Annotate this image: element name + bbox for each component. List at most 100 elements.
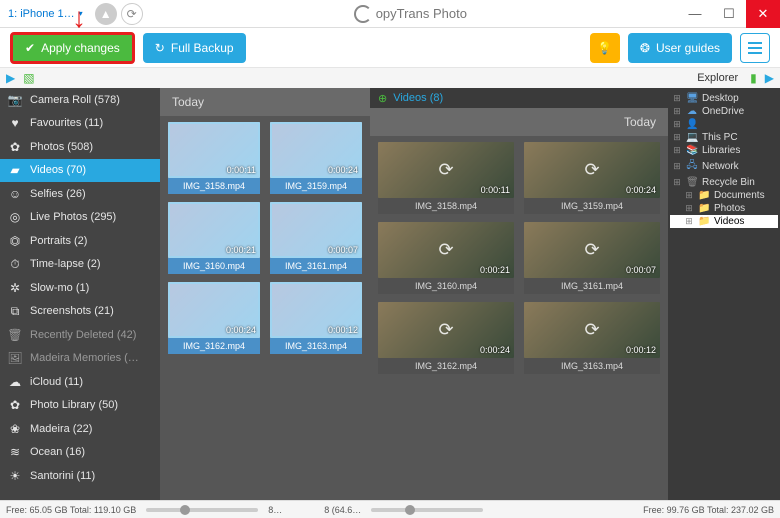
sidebar-item[interactable]: ✲Slow-mo (1) [0, 276, 160, 300]
video-thumb[interactable]: ⟳0:00:12 [524, 302, 660, 358]
sidebar-item[interactable]: ▰Videos (70) [0, 159, 160, 183]
video-thumb[interactable]: 0:00:07 [270, 202, 362, 258]
video-thumb[interactable]: ⟳0:00:07 [524, 222, 660, 278]
explorer-item[interactable]: ⊞📚Libraries [670, 144, 778, 157]
zoom-slider-right[interactable] [367, 508, 487, 512]
maximize-button[interactable]: ☐ [712, 0, 746, 28]
tree-toggle-icon[interactable]: ⊞ [672, 119, 682, 130]
video-thumb[interactable]: 0:00:24 [270, 122, 362, 178]
sidebar-item[interactable]: ☁iCloud (11) [0, 370, 160, 394]
sidebar-item-label: Recently Deleted (42) [30, 329, 136, 341]
video-card[interactable]: 0:00:24IMG_3159.mp4 [270, 122, 362, 194]
video-card[interactable]: ⟳0:00:12IMG_3163.mp4 [524, 302, 660, 374]
apply-changes-button[interactable]: ✔ Apply changes [10, 32, 135, 64]
video-card[interactable]: ⟳0:00:24IMG_3159.mp4 [524, 142, 660, 214]
sidebar-item-icon: ❀ [8, 422, 22, 436]
video-filename: IMG_3158.mp4 [168, 178, 260, 194]
folder-icon: 🗑 [686, 177, 698, 188]
menu-button[interactable] [740, 33, 770, 63]
explorer-item-label: Videos [714, 216, 744, 227]
explorer-item[interactable]: ⊞🗑Recycle Bin [670, 176, 778, 189]
video-card[interactable]: 0:00:12IMG_3163.mp4 [270, 282, 362, 354]
eject-icon[interactable]: ▲ [95, 3, 117, 25]
sidebar-item-icon: 📷 [8, 93, 22, 107]
video-thumb[interactable]: ⟳0:00:24 [524, 142, 660, 198]
sidebar-item-icon: ♥ [8, 116, 22, 130]
explorer-item[interactable]: ⊞📁Videos [670, 215, 778, 228]
explorer-item[interactable]: ⊞👤 [670, 118, 778, 131]
tips-button[interactable]: 💡 [590, 33, 620, 63]
chevron-down-icon: ▾ [79, 9, 83, 18]
explorer-item[interactable]: ⊞ 📁 Documents [670, 189, 778, 202]
video-card[interactable]: ⟳0:00:21IMG_3160.mp4 [378, 222, 514, 294]
tree-toggle-icon[interactable]: ⊞ [672, 106, 682, 117]
folder-icon: 📁 [698, 190, 710, 201]
sidebar-item[interactable]: ⏱Time-lapse (2) [0, 253, 160, 277]
sync-icon: ⟳ [584, 240, 599, 261]
sidebar-item[interactable]: ❀Madeira (22) [0, 417, 160, 441]
status-mid2: 8 (64.6… [318, 505, 367, 515]
video-thumb[interactable]: 0:00:21 [168, 202, 260, 258]
photos-icon[interactable]: ▧ [23, 71, 34, 85]
sidebar-item-label: Videos (70) [30, 164, 86, 176]
video-card[interactable]: ⟳0:00:11IMG_3158.mp4 [378, 142, 514, 214]
tree-toggle-icon[interactable]: ⊞ [684, 190, 694, 201]
device-picker[interactable]: 1: iPhone 1… ▾ [0, 8, 91, 20]
video-card[interactable]: 0:00:21IMG_3160.mp4 [168, 202, 260, 274]
video-card[interactable]: ⟳0:00:24IMG_3162.mp4 [378, 302, 514, 374]
video-card[interactable]: 0:00:24IMG_3162.mp4 [168, 282, 260, 354]
explorer-item[interactable]: ⊞🖥Desktop [670, 92, 778, 105]
sidebar-item[interactable]: ⧉Screenshots (21) [0, 300, 160, 324]
play-icon[interactable]: ▶ [6, 71, 15, 85]
video-card[interactable]: 0:00:11IMG_3158.mp4 [168, 122, 260, 194]
explorer-item-label: Documents [714, 190, 765, 201]
video-thumb[interactable]: ⟳0:00:24 [378, 302, 514, 358]
tree-toggle-icon[interactable]: ⊞ [672, 145, 682, 156]
tree-toggle-icon[interactable]: ⊞ [672, 132, 682, 143]
sidebar-item[interactable]: ≋Ocean (16) [0, 441, 160, 465]
sidebar-item[interactable]: 🗑Recently Deleted (42) [0, 323, 160, 347]
sidebar-item[interactable]: ☺Selfies (26) [0, 182, 160, 206]
next-icon[interactable]: ▶ [765, 71, 774, 85]
refresh-icon[interactable]: ⟳ [121, 3, 143, 25]
video-thumb[interactable]: 0:00:24 [168, 282, 260, 338]
sidebar-item[interactable]: ☀Santorini (11) [0, 464, 160, 488]
video-card[interactable]: 0:00:07IMG_3161.mp4 [270, 202, 362, 274]
tree-toggle-icon[interactable]: ⊞ [672, 177, 682, 188]
video-thumb[interactable]: 0:00:12 [270, 282, 362, 338]
zoom-slider-left[interactable] [142, 508, 262, 512]
close-button[interactable]: ✕ [746, 0, 780, 28]
explorer-item[interactable]: ⊞📁Photos [670, 202, 778, 215]
tree-toggle-icon[interactable]: ⊞ [672, 93, 682, 104]
explorer-item[interactable]: ⊞☁OneDrive [670, 105, 778, 118]
tree-toggle-icon[interactable]: ⊞ [684, 203, 694, 214]
sidebar-item[interactable]: ⏣Portraits (2) [0, 229, 160, 253]
video-thumb[interactable]: 0:00:11 [168, 122, 260, 178]
video-filename: IMG_3160.mp4 [168, 258, 260, 274]
minimize-button[interactable]: — [678, 0, 712, 28]
right-panel-tab[interactable]: ⊕ Videos (8) [370, 88, 668, 108]
tree-toggle-icon[interactable]: ⊞ [684, 216, 694, 227]
sidebar-item-icon: ◎ [8, 210, 22, 224]
sidebar-item[interactable]: ◎Live Photos (295) [0, 206, 160, 230]
sidebar-item[interactable]: 🖼Madeira Memories (… [0, 347, 160, 371]
explorer-item[interactable]: ⊞🖧Network [670, 157, 778, 176]
sidebar-item[interactable]: ♥Favourites (11) [0, 112, 160, 136]
sidebar-item[interactable]: 📷Camera Roll (578) [0, 88, 160, 112]
video-card[interactable]: ⟳0:00:07IMG_3161.mp4 [524, 222, 660, 294]
sidebar-item-icon: ⏱ [8, 257, 22, 272]
video-thumb[interactable]: ⟳0:00:21 [378, 222, 514, 278]
sidebar-item-icon: ≋ [8, 445, 22, 459]
video-duration: 0:00:24 [226, 325, 256, 335]
sidebar-item[interactable]: ✿Photos (508) [0, 135, 160, 159]
full-backup-button[interactable]: ↻ Full Backup [143, 33, 246, 63]
tabstrip: ▶ ▧ Explorer ▮ ▶ [0, 68, 780, 88]
sidebar-item[interactable]: ✿Photo Library (50) [0, 394, 160, 418]
explorer-tab[interactable]: Explorer [693, 72, 742, 84]
sidebar-item-label: Madeira Memories (… [30, 352, 139, 364]
explorer-item[interactable]: ⊞💻This PC [670, 131, 778, 144]
video-thumb[interactable]: ⟳0:00:11 [378, 142, 514, 198]
user-guides-button[interactable]: ❂ User guides [628, 33, 732, 63]
tree-toggle-icon[interactable]: ⊞ [672, 161, 682, 172]
folder-icon[interactable]: ▮ [750, 71, 757, 85]
